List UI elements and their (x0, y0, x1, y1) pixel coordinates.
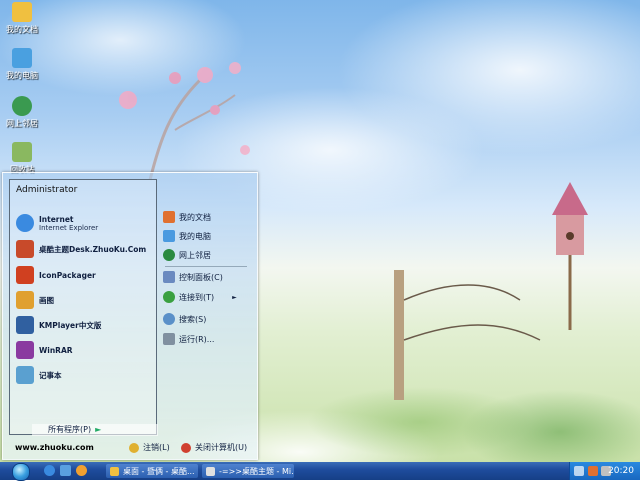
submenu-arrow-icon: ► (232, 293, 237, 301)
user-name: Administrator (16, 185, 78, 195)
desktop-icon-network[interactable]: 网上邻居 (4, 96, 40, 129)
connect-icon (163, 291, 175, 303)
internet-explorer-icon (16, 214, 34, 232)
my-documents-icon (163, 211, 175, 223)
paint-icon (16, 291, 34, 309)
my-computer-icon (163, 230, 175, 242)
start-place-label: 我的电脑 (179, 231, 211, 241)
network-icon (163, 249, 175, 261)
start-item-zhuoku[interactable]: 桌酷主题Desk.ZhuoKu.Com (16, 238, 146, 260)
start-item-title: Internet (39, 214, 74, 224)
desktop-icon-recycle-bin[interactable]: 回收站 (4, 142, 40, 175)
task-button-zhuoku[interactable]: -=>>桌酷主题 - Mi... (202, 464, 294, 478)
power-icon (181, 442, 191, 453)
iconpackager-icon (16, 266, 34, 284)
system-tray: 20:20 (569, 462, 640, 480)
all-programs-button[interactable]: 所有程序(P) ► (32, 424, 158, 436)
start-item-winrar[interactable]: WinRAR (16, 339, 73, 361)
start-item-paint[interactable]: 画图 (16, 289, 54, 311)
start-place-my-computer[interactable]: 我的电脑 (163, 228, 211, 244)
window-icon (206, 466, 215, 476)
notepad-icon (16, 366, 34, 384)
start-item-kmplayer[interactable]: KMPlayer中文版 (16, 314, 101, 336)
taskbar: 桌面 - 暨俩 - 桌酷... -=>>桌酷主题 - Mi... 20:20 (0, 462, 640, 481)
quicklaunch-ie-icon[interactable] (44, 465, 55, 476)
tray-user-icon[interactable] (588, 466, 598, 476)
start-item-internet[interactable]: Internet Internet Explorer (16, 212, 98, 234)
desktop-icon-label: 我的文档 (6, 25, 38, 34)
recycle-bin-icon (12, 142, 32, 162)
winrar-icon (16, 341, 34, 359)
desktop-icon-my-computer[interactable]: 我的电脑 (4, 48, 40, 81)
site-url: www.zhuoku.com (15, 443, 94, 452)
tray-arrow-icon[interactable] (574, 466, 584, 476)
start-place-connect-to[interactable]: 连接到(T) ► (163, 289, 237, 305)
start-place-search[interactable]: 搜索(S) (163, 311, 206, 327)
shutdown-label: 关闭计算机(U) (195, 443, 248, 452)
logoff-label: 注销(L) (143, 443, 170, 452)
desktop-icon-label: 网上邻居 (6, 119, 38, 128)
computer-icon (12, 48, 32, 68)
start-place-my-documents[interactable]: 我的文档 (163, 209, 211, 225)
start-place-label: 网上邻居 (179, 250, 211, 260)
start-item-notepad[interactable]: 记事本 (16, 364, 62, 386)
start-item-title: IconPackager (39, 270, 96, 280)
start-item-iconpackager[interactable]: IconPackager (16, 264, 96, 286)
clock: 20:20 (608, 466, 634, 476)
desktop-icon-my-documents[interactable]: 我的文档 (4, 2, 40, 35)
quicklaunch-show-desktop-icon[interactable] (60, 465, 71, 476)
desktop-icon-label: 我的电脑 (6, 71, 38, 80)
task-label: 桌面 - 暨俩 - 桌酷... (123, 466, 195, 476)
start-item-title: 记事本 (39, 370, 62, 380)
start-place-label: 搜索(S) (179, 314, 207, 324)
run-icon (163, 333, 175, 345)
fence-post (394, 270, 541, 400)
start-item-title: 桌酷主题Desk.ZhuoKu.Com (39, 244, 147, 254)
zhuoku-icon (16, 240, 34, 258)
quicklaunch-media-icon[interactable] (76, 465, 87, 476)
all-programs-label: 所有程序(P) (48, 425, 92, 434)
start-item-title: 画图 (39, 295, 54, 305)
start-menu-programs-pane: Administrator Internet Internet Explorer… (9, 179, 158, 436)
start-place-control-panel[interactable]: 控制面板(C) (163, 269, 223, 285)
folder-icon (12, 2, 32, 22)
start-place-label: 连接到(T) (179, 292, 215, 302)
divider (165, 266, 247, 267)
arrow-right-icon: ► (95, 425, 102, 434)
task-button-desktop[interactable]: 桌面 - 暨俩 - 桌酷... (106, 464, 198, 478)
birdhouse (552, 182, 588, 330)
logoff-button[interactable]: 注销(L) (129, 442, 170, 453)
control-panel-icon (163, 271, 175, 283)
start-place-network[interactable]: 网上邻居 (163, 247, 211, 263)
key-icon (129, 442, 139, 453)
kmplayer-icon (16, 316, 34, 334)
start-place-label: 控制面板(C) (179, 272, 223, 282)
start-button[interactable] (12, 463, 30, 481)
task-label: -=>>桌酷主题 - Mi... (219, 466, 294, 476)
shutdown-button[interactable]: 关闭计算机(U) (181, 442, 247, 453)
network-icon (12, 96, 32, 116)
start-item-subtitle: Internet Explorer (39, 223, 99, 232)
blossom-tree (119, 62, 250, 181)
start-menu-footer: www.zhuoku.com 注销(L) 关闭计算机(U) (3, 437, 257, 459)
folder-icon (110, 466, 119, 476)
start-item-title: KMPlayer中文版 (39, 320, 102, 330)
start-item-title: WinRAR (39, 345, 73, 355)
start-menu: Administrator Internet Internet Explorer… (2, 172, 258, 460)
search-icon (163, 313, 175, 325)
start-place-run[interactable]: 运行(R)... (163, 331, 214, 347)
start-place-label: 运行(R)... (179, 334, 215, 344)
start-place-label: 我的文档 (179, 212, 211, 222)
